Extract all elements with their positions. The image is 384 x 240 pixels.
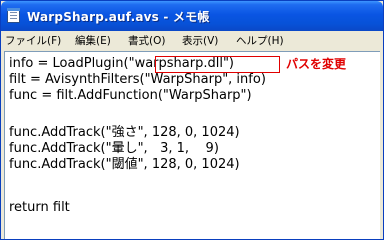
- menu-help[interactable]: ヘルプ(H): [236, 33, 284, 48]
- code-line-5: func.AddTrack("強さ", 128, 0, 1024): [9, 125, 240, 140]
- menu-view[interactable]: 表示(V): [182, 33, 218, 48]
- menu-bar: ファイル(F) 編集(E) 書式(O) 表示(V) ヘルプ(H): [1, 31, 383, 50]
- code-line-7: func.AddTrack("閾値", 128, 0, 1024): [9, 157, 240, 172]
- text-editor[interactable]: info = LoadPlugin("warpsharp.dll") filt …: [4, 51, 380, 239]
- path-annotation: パスを変更: [286, 57, 347, 71]
- code-line-6: func.AddTrack("暈し", 3, 1, 9): [9, 141, 219, 156]
- title-bar[interactable]: WarpSharp.auf.avs - メモ帳: [1, 1, 383, 31]
- window-title: WarpSharp.auf.avs - メモ帳: [27, 10, 210, 24]
- menu-file[interactable]: ファイル(F): [5, 33, 61, 48]
- code-line-9: return filt: [9, 200, 70, 215]
- notepad-icon[interactable]: [7, 8, 20, 23]
- path-highlight-box: [155, 56, 280, 73]
- menu-format[interactable]: 書式(O): [128, 33, 165, 48]
- notepad-window: WarpSharp.auf.avs - メモ帳 ファイル(F) 編集(E) 書式…: [0, 0, 384, 240]
- menu-edit[interactable]: 編集(E): [75, 33, 111, 48]
- code-line-2: filt = AvisynthFilters("WarpSharp", info…: [9, 72, 266, 87]
- code-line-3: func = filt.AddFunction("WarpSharp"): [9, 88, 252, 103]
